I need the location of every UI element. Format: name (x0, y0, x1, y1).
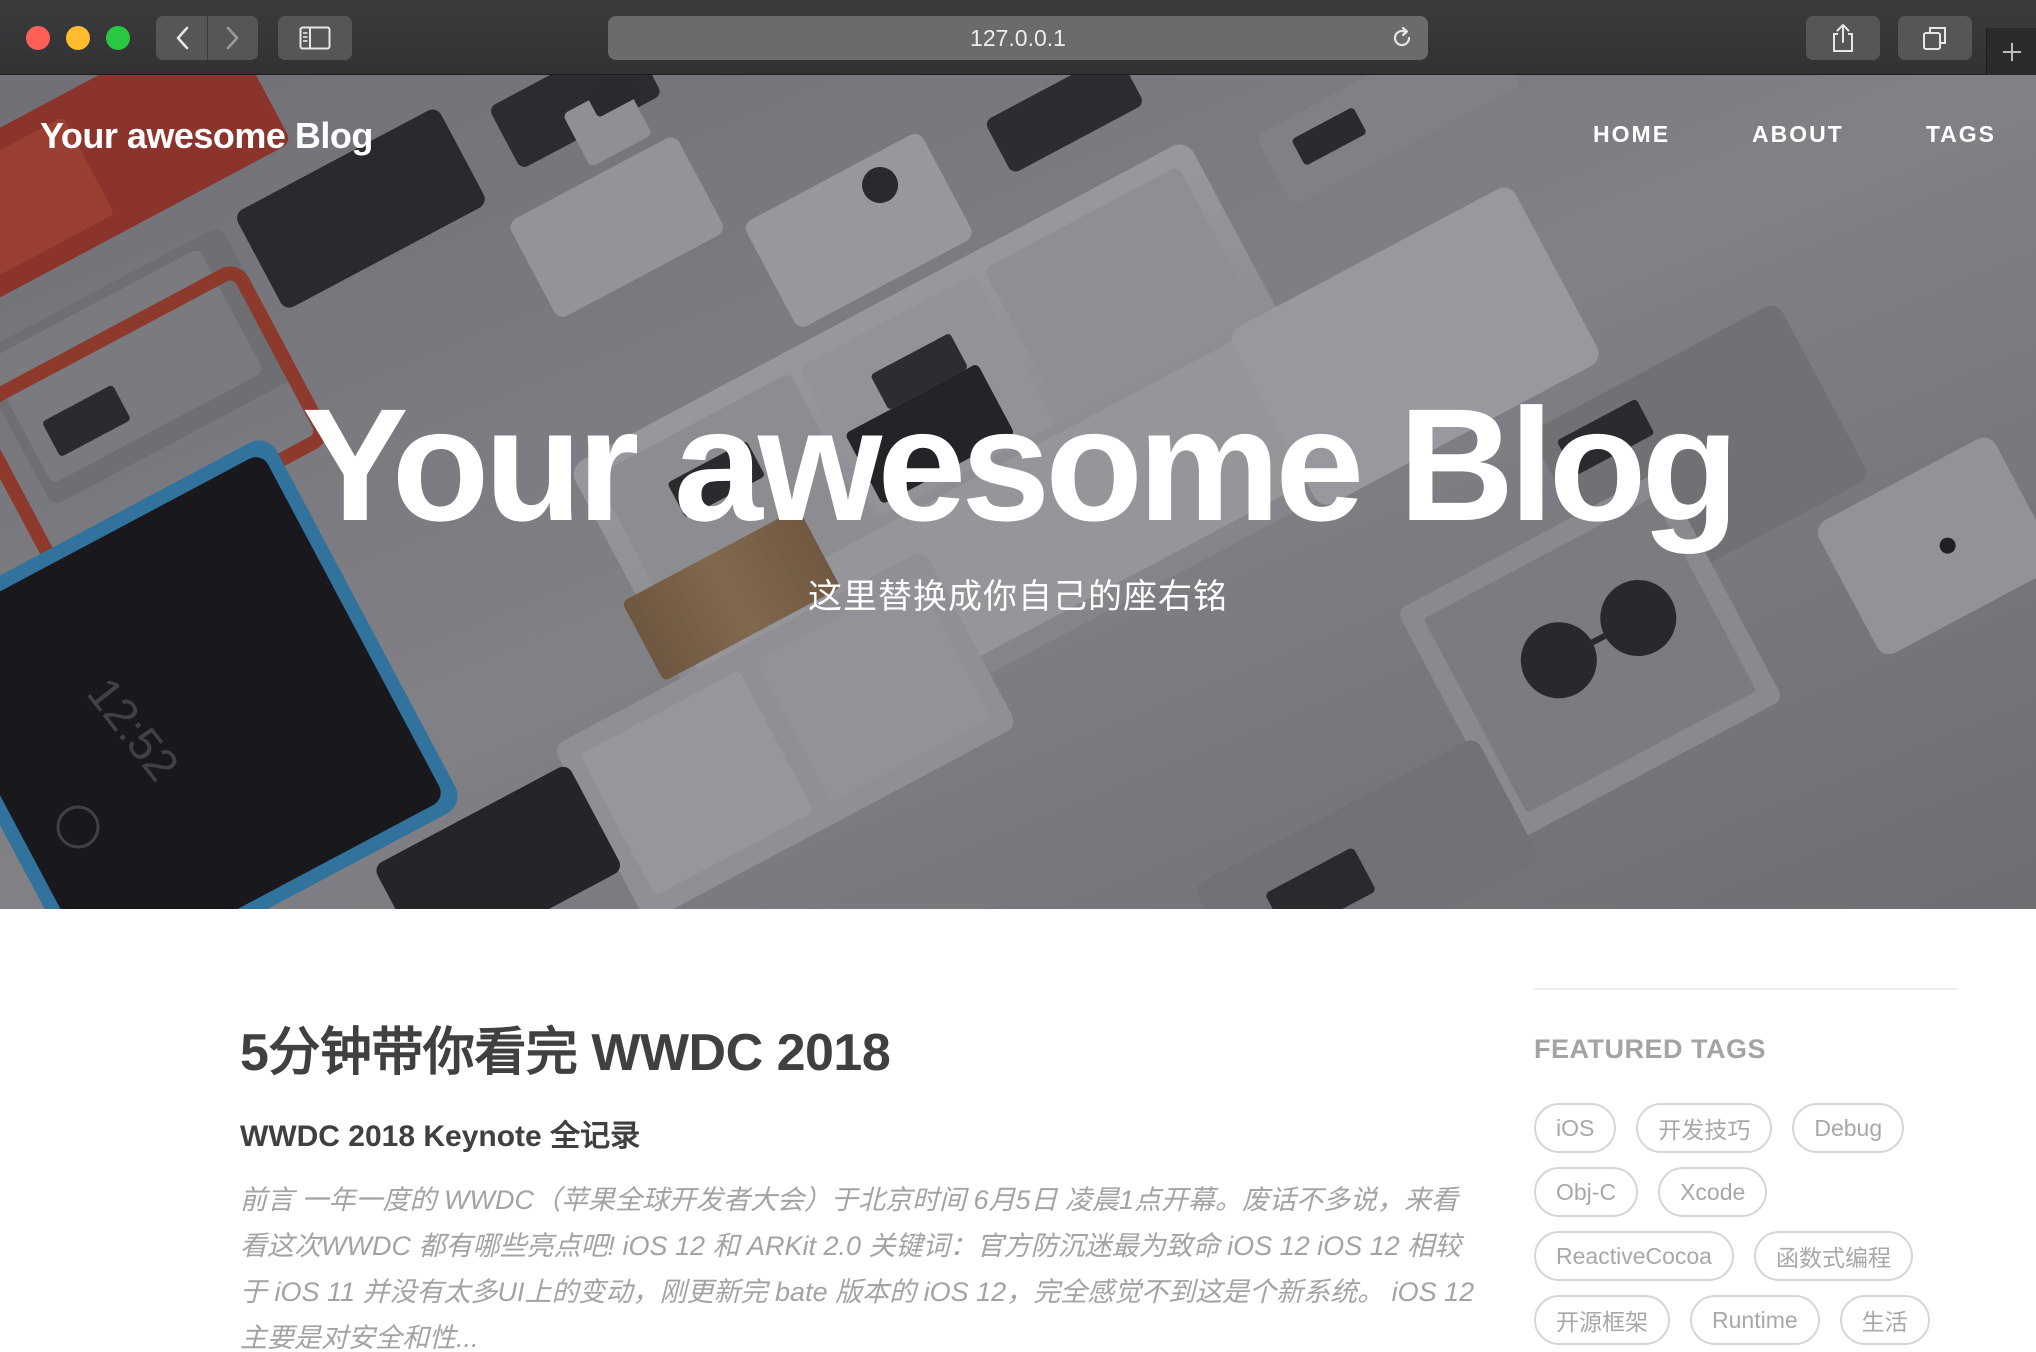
nav-link-home[interactable]: HOME (1593, 121, 1670, 148)
tag-link[interactable]: 函数式编程 (1753, 1231, 1913, 1281)
address-bar[interactable]: 127.0.0.1 (608, 16, 1428, 60)
tag-link[interactable]: Xcode (1658, 1167, 1768, 1217)
tag-link[interactable]: 开发技巧 (1636, 1103, 1773, 1153)
minimize-window-button[interactable] (66, 26, 90, 50)
nav-link-tags[interactable]: TAGS (1926, 121, 1996, 148)
sidebar-toggle-button[interactable] (278, 16, 352, 60)
sidebar: FEATURED TAGS iOS 开发技巧 Debug Obj-C Xcode… (1534, 988, 1958, 1345)
hero-subtitle: 这里替换成你自己的座右铭 (808, 578, 1228, 616)
tag-link[interactable]: Obj-C (1534, 1167, 1639, 1217)
tag-link[interactable]: Debug (1792, 1103, 1905, 1153)
featured-tags-heading: FEATURED TAGS (1534, 1034, 1766, 1064)
show-tabs-button[interactable] (1898, 16, 1972, 60)
top-navigation: HOME ABOUT TAGS (1593, 121, 1996, 148)
tag-link[interactable]: ReactiveCocoa (1534, 1231, 1734, 1281)
chevron-right-icon (226, 26, 239, 50)
sidebar-icon (299, 26, 331, 50)
tag-cloud: iOS 开发技巧 Debug Obj-C Xcode ReactiveCocoa… (1534, 1103, 1974, 1345)
tag-link[interactable]: iOS (1534, 1103, 1617, 1153)
zoom-window-button[interactable] (106, 26, 130, 50)
post-preview: 5分钟带你看完 WWDC 2018 WWDC 2018 Keynote 全记录 … (240, 1010, 1480, 1352)
share-icon (1833, 24, 1853, 52)
url-text: 127.0.0.1 (970, 24, 1066, 51)
tag-link[interactable]: 生活 (1839, 1295, 1930, 1345)
new-tab-button[interactable] (1986, 28, 2036, 75)
forward-button[interactable] (207, 16, 258, 60)
post-subtitle: WWDC 2018 Keynote 全记录 (240, 1120, 641, 1153)
history-nav (156, 16, 258, 60)
reload-icon[interactable] (1390, 26, 1414, 50)
plus-icon (2002, 42, 2021, 61)
post-excerpt: 前言 一年一度的 WWDC（苹果全球开发者大会）于北京时间 6月5日 凌晨1点开… (240, 1185, 1475, 1352)
tag-link[interactable]: Runtime (1690, 1295, 1820, 1345)
hero-title: Your awesome Blog (301, 375, 1739, 554)
post-title-link[interactable]: 5分钟带你看完 WWDC 2018 (240, 1010, 1480, 1085)
share-button[interactable] (1806, 16, 1880, 60)
hero-header: 12:52 Your awesome Blog HOME ABOUT TAGS … (0, 75, 2036, 909)
tabs-overview-icon (1923, 27, 1946, 50)
nav-link-about[interactable]: ABOUT (1752, 121, 1844, 148)
browser-toolbar: 127.0.0.1 (0, 0, 2036, 75)
close-window-button[interactable] (26, 26, 50, 50)
back-button[interactable] (156, 16, 207, 60)
chevron-left-icon (176, 26, 188, 50)
tag-link[interactable]: 开源框架 (1534, 1295, 1670, 1345)
sidebar-divider (1534, 988, 1958, 990)
site-brand-link[interactable]: Your awesome Blog (40, 115, 373, 157)
